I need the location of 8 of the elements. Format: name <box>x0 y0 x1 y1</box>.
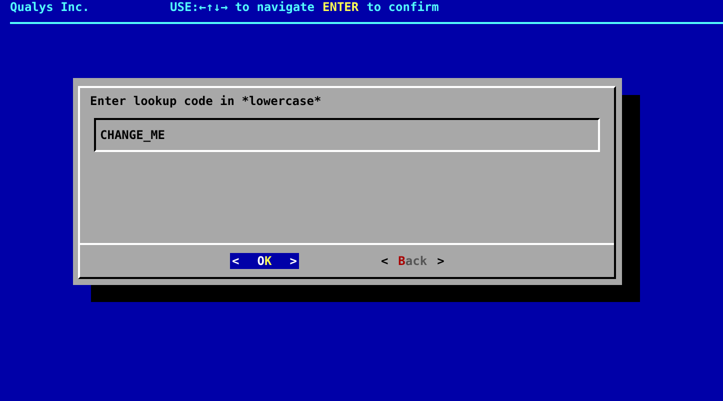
ok-button[interactable]: < OK > <box>230 253 299 269</box>
backtitle: Qualys Inc. <box>10 0 90 14</box>
input-field[interactable]: CHANGE_ME <box>94 118 600 152</box>
navigation-hint: USE:←↑↓→ to navigate <box>170 0 314 14</box>
back-button[interactable]: < Back > <box>378 253 446 269</box>
navigation-hint: to confirm <box>366 0 439 14</box>
dialog-prompt: Enter lookup code in *lowercase* <box>89 93 322 110</box>
navigation-hint: ENTER <box>322 0 359 14</box>
